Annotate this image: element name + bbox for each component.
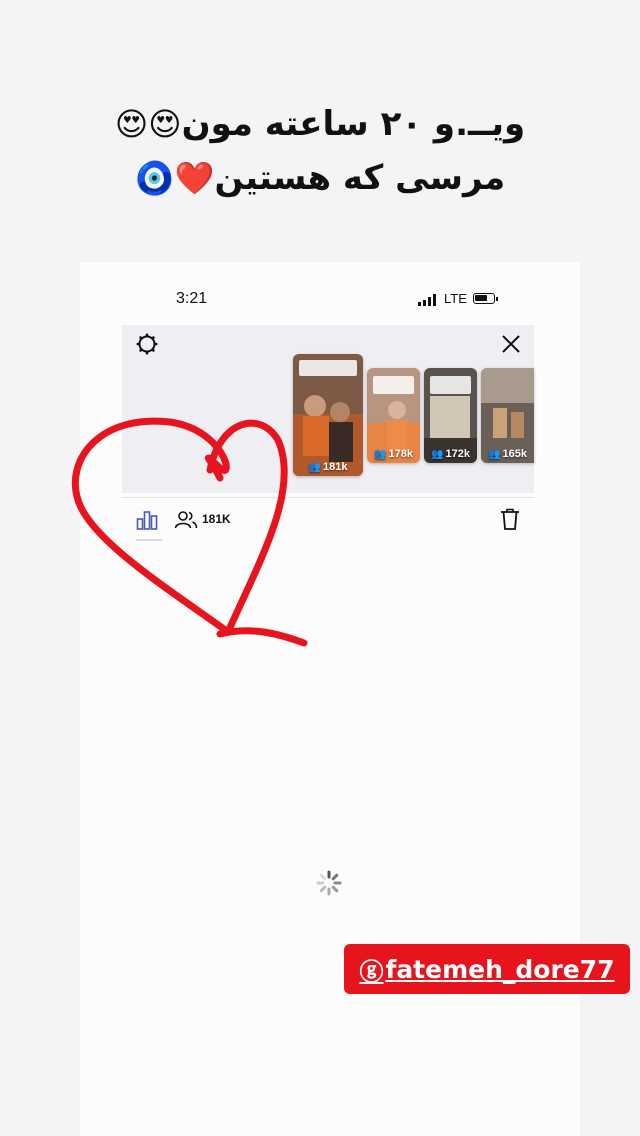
embedded-screenshot: 3:21 LTE 👥 181k 👥 178k 👥 172k 👥 165k 181… xyxy=(80,262,580,1136)
threads-icon: ⓖ xyxy=(359,957,384,986)
caption-line1-text: ویــ.و ۲۰ ساعته مون xyxy=(181,104,526,144)
thumbnail-text-overlay xyxy=(299,360,357,376)
trash-icon[interactable] xyxy=(500,508,520,530)
close-icon[interactable] xyxy=(500,333,522,355)
thumbnail-text-overlay xyxy=(373,376,414,394)
heart-evil-eye-emoji: ❤️🧿 xyxy=(134,159,215,197)
thumbnail-view-count: 👥 172k xyxy=(431,448,470,460)
loading-spinner-icon xyxy=(316,870,342,896)
threads-handle-sticker[interactable]: ⓖ fatemeh_dore77 xyxy=(344,944,630,994)
story-thumbnail[interactable]: 👥 165k xyxy=(481,368,534,463)
story-thumbnail[interactable]: 👥 172k xyxy=(424,368,477,463)
thumbnail-view-count: 👥 178k xyxy=(374,448,413,460)
thumbnail-text-overlay xyxy=(430,376,471,394)
settings-icon[interactable] xyxy=(136,333,158,355)
status-time: 3:21 xyxy=(176,290,208,307)
heart-eyes-emoji: 😍😍 xyxy=(114,105,182,143)
thumbnail-view-count: 👥 165k xyxy=(488,448,527,460)
caption-line2-text: مرسی که هستین xyxy=(214,158,506,198)
heart-drawing xyxy=(71,417,308,647)
status-bar: 3:21 LTE xyxy=(80,282,580,318)
story-caption-line1: ویــ.و ۲۰ ساعته مون😍😍 xyxy=(0,104,640,144)
network-label: LTE xyxy=(444,291,467,306)
story-caption-line2: مرسی که هستین❤️🧿 xyxy=(0,158,640,198)
battery-icon xyxy=(473,293,498,304)
signal-icon xyxy=(418,294,440,306)
story-thumbnail[interactable]: 👥 178k xyxy=(367,368,420,463)
handle-text: fatemeh_dore77 xyxy=(385,954,615,984)
